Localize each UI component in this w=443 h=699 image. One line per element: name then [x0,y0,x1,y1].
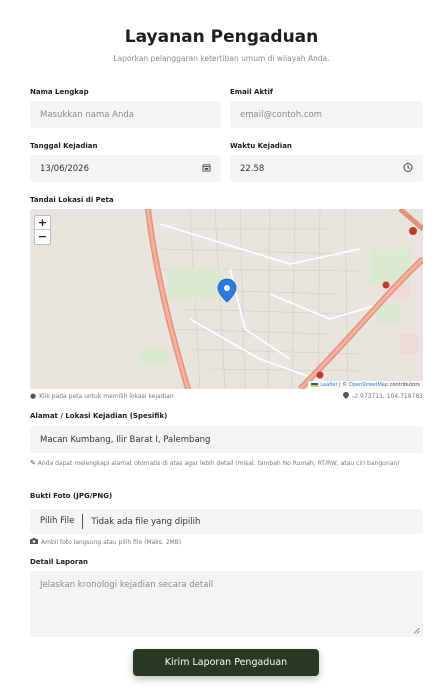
details-label: Detail Laporan [30,558,89,566]
photo-hint: Ambil foto langsung atau pilih file (Mak… [30,538,181,546]
map-tiles [30,209,423,389]
email-input[interactable]: email@contoh.com [230,101,423,128]
osm-link[interactable]: OpenStreetMap [349,382,388,388]
email-placeholder: email@contoh.com [240,109,322,120]
resize-handle-icon[interactable] [413,627,420,634]
time-value: 22.58 [240,163,265,174]
zoom-out-button[interactable]: − [35,230,50,244]
info-icon: ● [30,392,37,400]
edit-icon: ✎ [30,459,36,467]
map-hint-text: Klik pada peta untuk memilih lokasi keja… [39,392,174,400]
file-status: Tidak ada file yang dipilih [91,516,201,527]
name-placeholder: Masukkan nama Anda [40,109,134,120]
attribution-suffix: contributors [388,382,420,388]
name-input[interactable]: Masukkan nama Anda [30,101,221,128]
date-label: Tanggal Kejadian [30,142,98,150]
time-input[interactable]: 22.58 [230,155,423,182]
leaflet-link[interactable]: Leaflet [320,382,337,388]
photo-file-input[interactable]: Pilih File Tidak ada file yang dipilih [30,509,423,534]
address-label: Alamat / Lokasi Kejadian (Spesifik) [30,412,168,420]
zoom-control: + − [34,215,51,245]
details-placeholder: Jelaskan kronologi kejadian secara detai… [40,580,214,590]
calendar-icon[interactable] [202,163,211,175]
location-map[interactable]: + − Leaflet | © OpenStreetMap contributo… [30,209,423,389]
name-label: Nama Lengkap [30,88,89,96]
address-hint: ✎ Anda dapat melengkapi alamat otomatis … [30,458,423,469]
submit-report-button[interactable]: Kirim Laporan Pengaduan [133,649,319,676]
choose-file-button[interactable]: Pilih File [30,514,84,529]
address-value: Macan Kumbang, Ilir Barat I, Palembang [40,434,211,445]
attribution-separator: | © [337,382,349,388]
clock-icon[interactable] [403,162,413,175]
time-label: Waktu Kejadian [230,142,292,150]
camera-icon [30,538,38,546]
page-title: Layanan Pengaduan [124,27,319,47]
zoom-in-button[interactable]: + [35,216,50,230]
photo-hint-text: Ambil foto langsung atau pilih file (Mak… [41,538,182,546]
photo-label: Bukti Foto (JPG/PNG) [30,492,113,500]
page-subtitle: Laporkan pelanggaran ketertiban umum di … [113,54,330,63]
map-label: Tandai Lokasi di Peta [30,196,114,204]
date-input[interactable]: 13/06/2026 [30,155,221,182]
coords-text: -2.973711, 104.718783 [352,393,423,400]
details-textarea[interactable]: Jelaskan kronologi kejadian secara detai… [30,571,423,637]
date-value: 13/06/2026 [40,163,89,174]
email-label: Email Aktif [230,88,273,96]
pin-icon [343,392,350,401]
address-input[interactable]: Macan Kumbang, Ilir Barat I, Palembang [30,426,423,453]
map-coordinates: -2.973711, 104.718783 [343,392,423,401]
address-hint-text: Anda dapat melengkapi alamat otomatis di… [37,460,400,467]
flag-icon [310,382,318,387]
map-hint: ● Klik pada peta untuk memilih lokasi ke… [30,392,174,400]
map-attribution: Leaflet | © OpenStreetMap contributors [307,381,423,389]
